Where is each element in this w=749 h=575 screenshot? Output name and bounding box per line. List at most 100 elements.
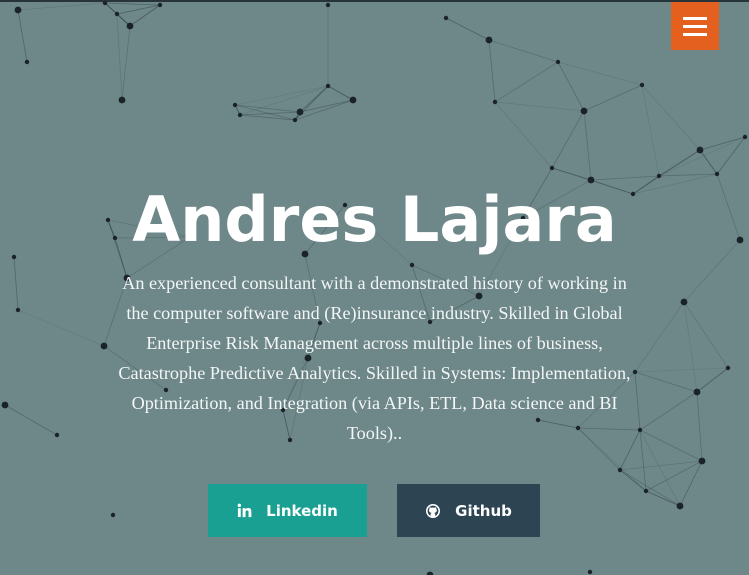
network-edge xyxy=(634,367,729,373)
network-edge xyxy=(327,85,354,101)
network-node xyxy=(24,59,30,65)
network-edge xyxy=(494,61,559,103)
network-edge xyxy=(583,84,643,112)
network-node xyxy=(555,59,561,65)
network-edge xyxy=(641,84,701,151)
network-edge xyxy=(557,61,585,112)
network-edge xyxy=(104,2,161,6)
hamburger-menu-icon-bar xyxy=(683,24,707,28)
network-node xyxy=(693,388,701,396)
network-edge xyxy=(634,371,641,431)
network-edge xyxy=(639,391,698,431)
network-node xyxy=(349,96,357,104)
network-edge xyxy=(619,469,681,507)
network-node xyxy=(426,571,434,575)
network-edge xyxy=(696,367,729,393)
network-edge xyxy=(488,39,496,103)
github-icon xyxy=(425,503,441,519)
network-edge xyxy=(239,114,296,121)
network-edge xyxy=(683,301,698,393)
network-edge xyxy=(121,25,131,101)
network-node xyxy=(549,165,555,171)
network-node xyxy=(637,427,643,433)
network-node xyxy=(1,401,9,409)
network-edge xyxy=(639,429,703,462)
network-node xyxy=(676,502,684,510)
network-edge xyxy=(696,391,703,462)
network-edge xyxy=(445,17,490,41)
network-edge xyxy=(494,101,585,112)
network-node xyxy=(114,11,120,17)
network-edge xyxy=(17,9,28,63)
hamburger-menu-icon-bar xyxy=(683,32,707,36)
network-edge xyxy=(619,460,703,471)
network-edge xyxy=(294,99,354,121)
linkedin-label: Linkedin xyxy=(266,501,338,520)
network-edge xyxy=(557,61,643,86)
network-node xyxy=(492,99,498,105)
network-node xyxy=(725,365,731,371)
network-node xyxy=(587,569,593,575)
network-node xyxy=(292,117,298,123)
network-edge xyxy=(551,110,585,169)
network-node xyxy=(698,457,706,465)
network-edge xyxy=(658,149,701,177)
hamburger-menu-icon-bar xyxy=(683,16,707,20)
network-node xyxy=(485,36,493,44)
github-button[interactable]: Github xyxy=(397,484,540,537)
linkedin-button[interactable]: Linkedin xyxy=(208,484,367,537)
network-edge xyxy=(590,175,660,181)
network-node xyxy=(742,134,748,140)
network-node xyxy=(157,2,163,8)
network-edge xyxy=(583,110,592,181)
network-node xyxy=(714,171,720,177)
network-edge xyxy=(658,136,746,177)
network-node xyxy=(409,262,415,268)
network-node xyxy=(643,488,649,494)
network-edge xyxy=(17,2,106,11)
network-node xyxy=(237,112,243,118)
network-node xyxy=(296,108,304,116)
network-edge xyxy=(17,309,105,347)
network-edge xyxy=(494,101,553,169)
network-node xyxy=(118,96,126,104)
network-edge xyxy=(4,404,58,436)
network-node xyxy=(639,82,645,88)
network-node xyxy=(126,22,134,30)
network-node xyxy=(617,467,623,473)
network-node xyxy=(54,432,60,438)
network-edge xyxy=(716,136,746,175)
network-edge xyxy=(645,490,681,507)
hamburger-menu-button[interactable] xyxy=(671,2,719,50)
network-edge xyxy=(641,84,660,177)
network-edge xyxy=(634,301,685,373)
network-node xyxy=(232,102,238,108)
network-node xyxy=(680,298,688,306)
network-node xyxy=(15,307,21,313)
network-node xyxy=(696,146,704,154)
network-edge xyxy=(13,256,19,311)
network-node xyxy=(102,0,108,6)
network-edge xyxy=(683,301,729,369)
network-node xyxy=(100,342,108,350)
network-node xyxy=(325,83,331,89)
network-node xyxy=(110,512,116,518)
network-edge xyxy=(116,13,123,101)
network-edge xyxy=(699,136,746,151)
network-edge xyxy=(639,429,681,507)
network-edge xyxy=(634,371,698,393)
github-label: Github xyxy=(455,501,512,520)
network-edge xyxy=(619,469,647,492)
linkedin-icon xyxy=(237,503,252,518)
hero-description: An experienced consultant with a demonst… xyxy=(118,273,631,443)
network-node xyxy=(443,15,449,21)
network-edge xyxy=(488,39,559,63)
hero-name: Andres Lajara xyxy=(132,183,617,256)
network-edge xyxy=(299,99,354,113)
network-edge xyxy=(679,460,703,507)
network-node xyxy=(14,6,22,14)
network-node xyxy=(580,107,588,115)
network-edge xyxy=(234,85,329,106)
network-node xyxy=(325,2,331,8)
network-node xyxy=(656,173,662,179)
